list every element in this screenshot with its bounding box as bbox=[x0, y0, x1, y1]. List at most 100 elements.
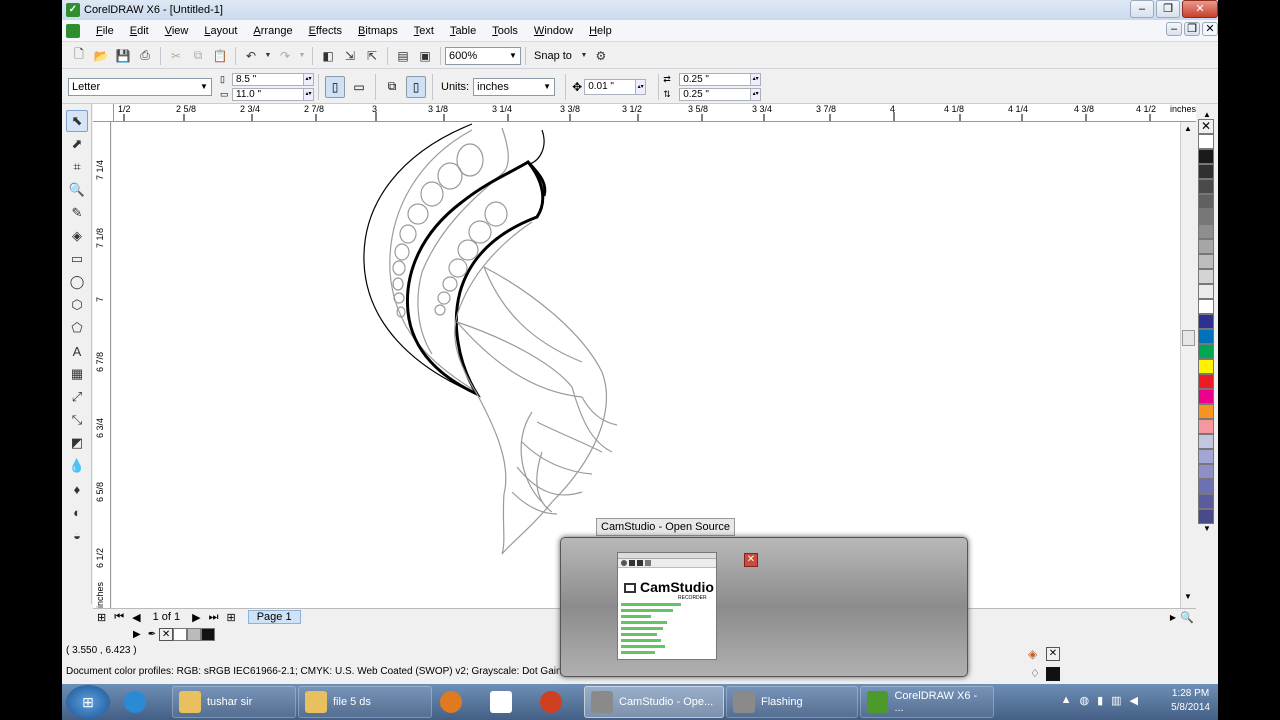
no-color-swatch[interactable]: ✕ bbox=[1198, 119, 1214, 134]
show-hidden-icons-icon[interactable]: ▲ bbox=[1061, 694, 1072, 707]
doc-grey-swatch[interactable] bbox=[187, 627, 202, 641]
palette-swatch[interactable] bbox=[1198, 479, 1214, 494]
menu-layout[interactable]: Layout bbox=[196, 25, 245, 37]
shape-tool-icon[interactable]: ⬈ bbox=[66, 133, 88, 155]
palette-swatch[interactable] bbox=[1198, 194, 1214, 209]
tray-app-icon[interactable]: ◍ bbox=[1079, 694, 1089, 707]
blend-tool-icon[interactable]: ◩ bbox=[66, 432, 88, 454]
doc-close-button[interactable]: ✕ bbox=[1202, 22, 1218, 36]
menu-table[interactable]: Table bbox=[442, 25, 484, 37]
ruler-origin[interactable] bbox=[93, 104, 114, 122]
palette-swatch[interactable] bbox=[1198, 374, 1214, 389]
palette-swatch[interactable] bbox=[1198, 464, 1214, 479]
smart-fill-tool-icon[interactable]: ◈ bbox=[66, 225, 88, 247]
all-pages-button[interactable]: ⧉ bbox=[382, 76, 402, 98]
palette-swatch[interactable] bbox=[1198, 299, 1214, 314]
freehand-tool-icon[interactable]: ✎ bbox=[66, 202, 88, 224]
palette-swatch[interactable] bbox=[1198, 134, 1214, 149]
menu-text[interactable]: Text bbox=[406, 25, 442, 37]
cut-icon[interactable]: ✂ bbox=[167, 47, 185, 65]
palette-swatch[interactable] bbox=[1198, 254, 1214, 269]
menu-view[interactable]: View bbox=[157, 25, 197, 37]
h-scroll-right-icon[interactable]: ▶ bbox=[1170, 613, 1176, 622]
vertical-scrollbar[interactable]: ▲ ▼ bbox=[1180, 122, 1196, 608]
current-page-button[interactable]: ▯ bbox=[406, 75, 426, 98]
add-page-icon[interactable]: ⊞ bbox=[97, 611, 106, 624]
taskbar-item-coreldraw[interactable]: CorelDRAW X6 - ... bbox=[860, 686, 994, 718]
taskbar-item-camstudio[interactable]: CamStudio - Ope... bbox=[584, 686, 724, 718]
palette-swatch[interactable] bbox=[1198, 509, 1214, 524]
doc-minimize-button[interactable]: ‒ bbox=[1166, 22, 1182, 36]
doc-white-swatch[interactable] bbox=[173, 627, 188, 641]
menu-bitmaps[interactable]: Bitmaps bbox=[350, 25, 406, 37]
camstudio-close-button[interactable]: ✕ bbox=[744, 553, 758, 567]
palette-swatch[interactable] bbox=[1198, 224, 1214, 239]
last-page-icon[interactable]: ⏭ bbox=[209, 611, 219, 624]
palette-swatch[interactable] bbox=[1198, 404, 1214, 419]
taskbar-item-flashing[interactable]: Flashing bbox=[726, 686, 858, 718]
page-width-field[interactable]: 8.5 " ▴▾ bbox=[232, 72, 314, 86]
eyedropper-tool-icon[interactable]: 💧 bbox=[66, 455, 88, 477]
first-page-icon[interactable]: ⏮ bbox=[114, 611, 124, 624]
palette-swatch[interactable] bbox=[1198, 344, 1214, 359]
palette-swatch[interactable] bbox=[1198, 269, 1214, 284]
application-launcher-icon[interactable]: ▤ bbox=[394, 47, 412, 65]
eyedropper-icon[interactable]: ✒ bbox=[148, 629, 156, 640]
doc-restore-button[interactable]: ❐ bbox=[1184, 22, 1200, 36]
nudge-distance-field[interactable]: 0.01 " ▴▾ bbox=[584, 78, 647, 95]
menu-help[interactable]: Help bbox=[581, 25, 620, 37]
options-icon[interactable]: ⚙ bbox=[592, 47, 610, 65]
palette-swatch[interactable] bbox=[1198, 494, 1214, 509]
pick-tool-icon[interactable]: ⬉ bbox=[66, 110, 88, 132]
camstudio-preview[interactable]: CamStudio RECORDER ✕ bbox=[560, 537, 968, 677]
interactive-fill-tool-icon[interactable]: ◒ bbox=[66, 524, 88, 546]
rectangle-tool-icon[interactable]: ▭ bbox=[66, 248, 88, 270]
zoom-level-combo[interactable]: 600% ▼ bbox=[445, 46, 521, 65]
menu-file[interactable]: File bbox=[88, 25, 122, 37]
palette-swatch[interactable] bbox=[1198, 359, 1214, 374]
next-page-icon[interactable]: ▶ bbox=[192, 611, 200, 624]
palette-swatch[interactable] bbox=[1198, 329, 1214, 344]
open-icon[interactable]: 📂 bbox=[92, 47, 110, 65]
palette-swatch[interactable] bbox=[1198, 449, 1214, 464]
palette-swatch[interactable] bbox=[1198, 419, 1214, 434]
duplicate-y-field[interactable]: 0.25 " ▴▾ bbox=[679, 87, 762, 101]
palette-swatch[interactable] bbox=[1198, 239, 1214, 254]
undo-icon[interactable]: ↶ bbox=[242, 47, 260, 65]
basic-shapes-tool-icon[interactable]: ⬠ bbox=[66, 317, 88, 339]
scroll-thumb[interactable] bbox=[1182, 330, 1195, 346]
palette-scroll-down-icon[interactable]: ▼ bbox=[1198, 524, 1216, 533]
start-button[interactable]: ⊞ bbox=[66, 685, 110, 719]
battery-icon[interactable]: ▮ bbox=[1097, 694, 1103, 707]
fill-outline-indicator[interactable]: ◈ ✕ ♢ bbox=[1026, 645, 1066, 685]
portrait-button[interactable]: ▯ bbox=[325, 75, 345, 98]
connector-tool-icon[interactable]: ⤡ bbox=[66, 409, 88, 431]
menu-arrange[interactable]: Arrange bbox=[245, 25, 300, 37]
palette-swatch[interactable] bbox=[1198, 149, 1214, 164]
menu-window[interactable]: Window bbox=[526, 25, 581, 37]
fill-tool-icon[interactable]: ◐ bbox=[66, 501, 88, 523]
maximize-button[interactable]: ❐ bbox=[1156, 0, 1180, 18]
media-player-button[interactable] bbox=[434, 686, 482, 718]
clock[interactable]: 1:28 PM 5/8/2014 bbox=[1171, 687, 1210, 715]
dimension-tool-icon[interactable]: ⤢ bbox=[66, 386, 88, 408]
save-icon[interactable]: 💾 bbox=[114, 47, 132, 65]
snap-dropdown-icon[interactable]: ▼ bbox=[580, 47, 588, 65]
play-icon[interactable]: ▶ bbox=[133, 629, 141, 640]
palette-swatch[interactable] bbox=[1198, 179, 1214, 194]
doc-no-color-swatch[interactable]: ✕ bbox=[159, 627, 174, 641]
doc-black-swatch[interactable] bbox=[201, 627, 216, 641]
zoom-tool-icon[interactable]: 🔍 bbox=[66, 179, 88, 201]
taskbar-item-tushar-sir[interactable]: tushar sir bbox=[172, 686, 296, 718]
palette-swatch[interactable] bbox=[1198, 314, 1214, 329]
horizontal-ruler[interactable]: 1/2 2 5/8 2 3/4 2 7/8 3 3 1/8 3 1/4 3 3/… bbox=[114, 104, 1196, 122]
welcome-screen-icon[interactable]: ▣ bbox=[416, 47, 434, 65]
network-icon[interactable]: ▥ bbox=[1111, 694, 1121, 707]
paper-size-combo[interactable]: Letter ▼ bbox=[68, 77, 212, 96]
paste-icon[interactable]: 📋 bbox=[211, 47, 229, 65]
vertical-ruler[interactable]: 7 1/4 7 1/8 7 6 7/8 6 3/4 6 5/8 6 1/2 in… bbox=[93, 122, 111, 610]
snap-to-label[interactable]: Snap to bbox=[534, 50, 572, 62]
palette-swatch[interactable] bbox=[1198, 209, 1214, 224]
page-height-field[interactable]: 11.0 " ▴▾ bbox=[232, 87, 314, 101]
polygon-tool-icon[interactable]: ⬡ bbox=[66, 294, 88, 316]
